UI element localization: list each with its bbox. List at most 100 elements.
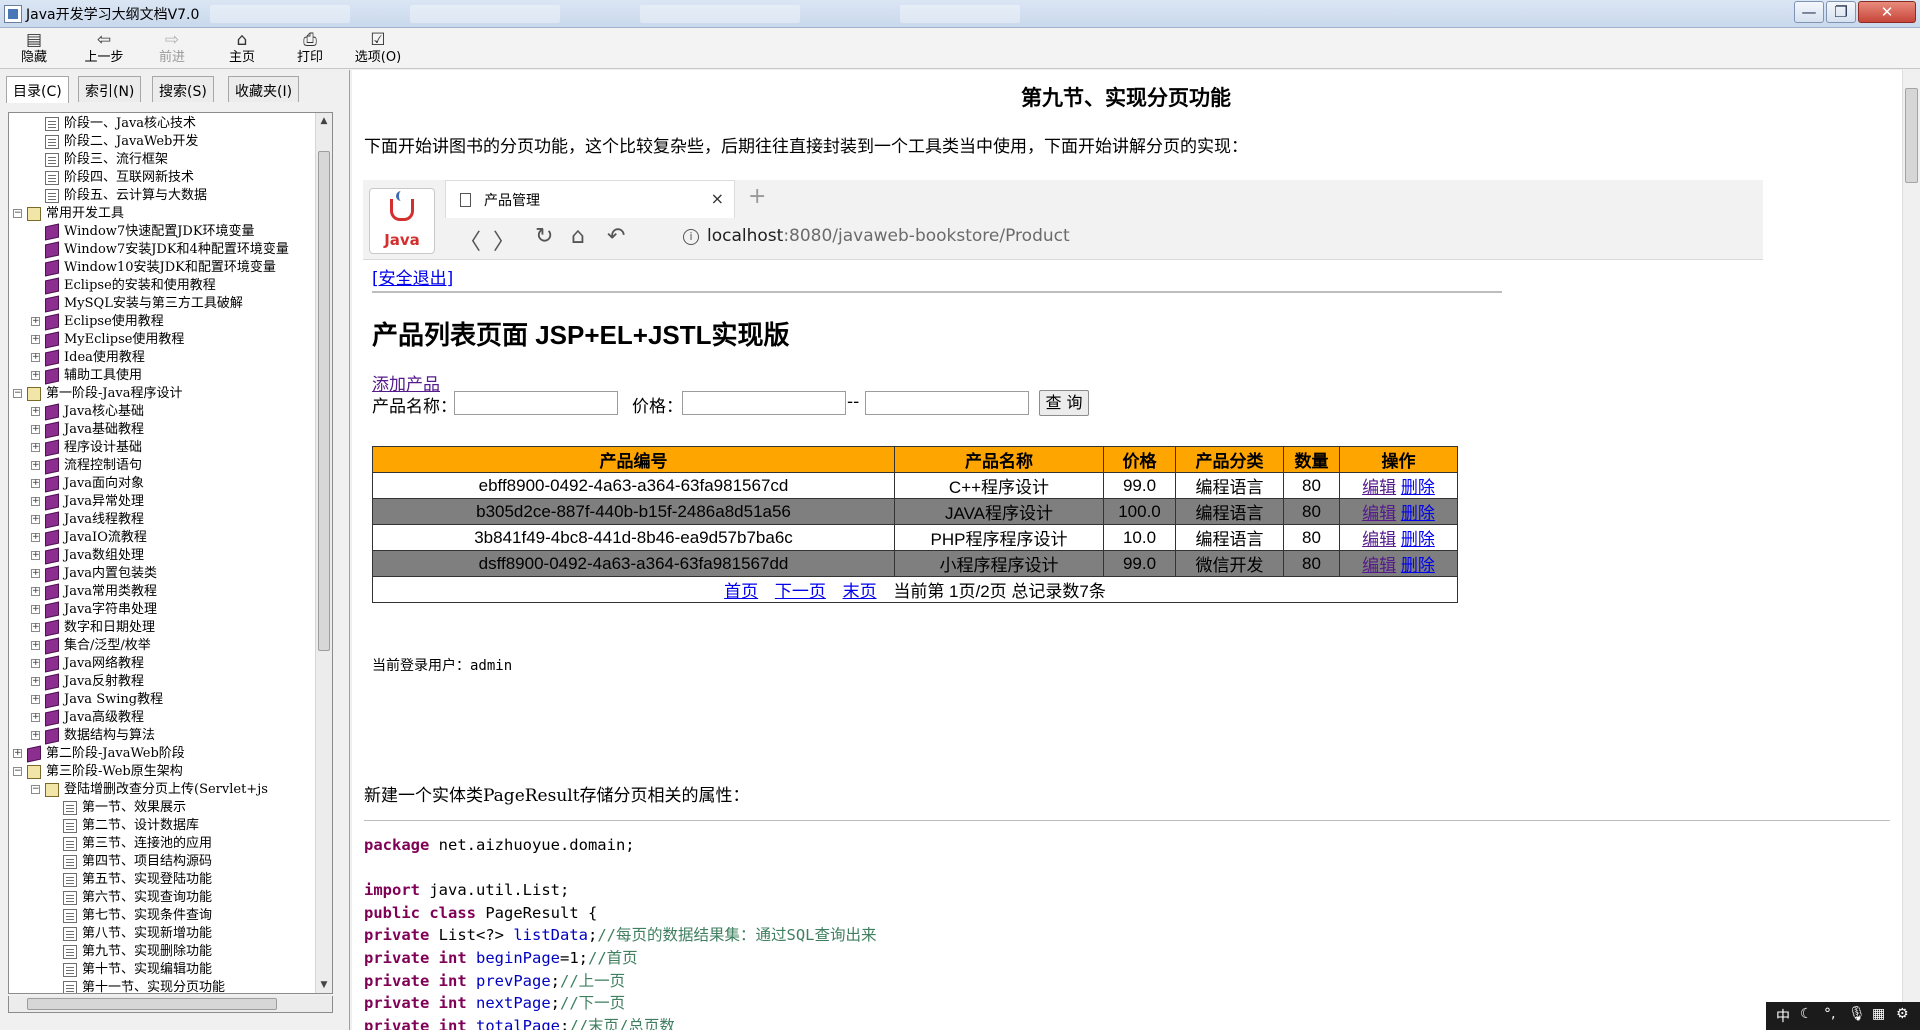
edit-link[interactable]: 编辑 xyxy=(1362,530,1396,549)
scroll-up-icon[interactable]: ▲ xyxy=(316,113,332,129)
home-icon[interactable]: ⌂ xyxy=(571,224,585,249)
next-page-link[interactable]: 下一页 xyxy=(775,582,826,601)
expand-icon[interactable]: + xyxy=(31,713,40,722)
expand-icon[interactable]: + xyxy=(31,641,40,650)
forward-icon[interactable]: 〉 xyxy=(493,224,515,256)
price-min-input[interactable] xyxy=(682,391,846,415)
first-page-link[interactable]: 首页 xyxy=(724,582,758,601)
tree-item[interactable]: 第二节、设计数据库 xyxy=(9,817,317,835)
last-page-link[interactable]: 末页 xyxy=(843,582,877,601)
maximize-button[interactable]: ❐ xyxy=(1826,1,1856,23)
tree-item[interactable]: Window10安装JDK和配置环境变量 xyxy=(9,259,317,277)
tree-item[interactable]: + JavaIO流教程 xyxy=(9,529,317,547)
tree-item[interactable]: 第一节、效果展示 xyxy=(9,799,317,817)
tree-item[interactable]: + Java基础教程 xyxy=(9,421,317,439)
tree-item[interactable]: − 常用开发工具 xyxy=(9,205,317,223)
content-scroll-thumb[interactable] xyxy=(1905,88,1918,183)
edit-link[interactable]: 编辑 xyxy=(1362,478,1396,497)
settings-icon[interactable]: ⚙ xyxy=(1896,1006,1909,1022)
logout-link[interactable]: [安全退出] xyxy=(372,264,453,289)
close-button[interactable]: ✕ xyxy=(1858,1,1916,23)
delete-link[interactable]: 删除 xyxy=(1401,556,1435,575)
address-bar[interactable]: i localhost:8080/javaweb-bookstore/Produ… xyxy=(683,223,1753,253)
collapse-icon[interactable]: − xyxy=(13,209,22,218)
moon-icon[interactable]: ☾ xyxy=(1800,1006,1813,1022)
tree-item[interactable]: + Java核心基础 xyxy=(9,403,317,421)
tree-item[interactable]: + Java线程教程 xyxy=(9,511,317,529)
home-button[interactable]: ⌂ 主页 xyxy=(210,30,274,68)
collapse-icon[interactable]: − xyxy=(13,767,22,776)
tree-item[interactable]: + 数字和日期处理 xyxy=(9,619,317,637)
tree-item[interactable]: + Idea使用教程 xyxy=(9,349,317,367)
expand-icon[interactable]: + xyxy=(31,605,40,614)
tree-item[interactable]: + MyEclipse使用教程 xyxy=(9,331,317,349)
forward-button[interactable]: ⇨ 前进 xyxy=(140,30,204,68)
hide-button[interactable]: ▤ 隐藏 xyxy=(2,30,66,68)
expand-icon[interactable]: + xyxy=(31,731,40,740)
tree-item[interactable]: + 辅助工具使用 xyxy=(9,367,317,385)
tree-item[interactable]: + Java异常处理 xyxy=(9,493,317,511)
punctuation-icon[interactable]: °, xyxy=(1824,1006,1835,1022)
expand-icon[interactable]: + xyxy=(31,443,40,452)
tree-item[interactable]: + 程序设计基础 xyxy=(9,439,317,457)
expand-icon[interactable]: + xyxy=(31,659,40,668)
tab-search[interactable]: 搜索(S) xyxy=(152,76,214,102)
reload-icon[interactable]: ↻ xyxy=(535,224,553,249)
minimize-button[interactable]: — xyxy=(1794,1,1824,23)
delete-link[interactable]: 删除 xyxy=(1401,504,1435,523)
tree-item[interactable]: Eclipse的安装和使用教程 xyxy=(9,277,317,295)
back-button[interactable]: ⇦ 上一步 xyxy=(72,30,136,68)
tree-item[interactable]: 第三节、连接池的应用 xyxy=(9,835,317,853)
edit-link[interactable]: 编辑 xyxy=(1362,556,1396,575)
tree-item[interactable]: 阶段四、互联网新技术 xyxy=(9,169,317,187)
tree-item[interactable]: 第四节、项目结构源码 xyxy=(9,853,317,871)
info-icon[interactable]: i xyxy=(683,229,699,245)
tree-item[interactable]: 第五节、实现登陆功能 xyxy=(9,871,317,889)
tree-item[interactable]: + Eclipse使用教程 xyxy=(9,313,317,331)
tree-scroll-thumb[interactable] xyxy=(318,151,330,651)
expand-icon[interactable]: + xyxy=(31,371,40,380)
collapse-icon[interactable]: − xyxy=(13,389,22,398)
tree-item[interactable]: MySQL安装与第三方工具破解 xyxy=(9,295,317,313)
microphone-icon[interactable]: 🎙 xyxy=(1848,1006,1866,1022)
undo-icon[interactable]: ↶ xyxy=(607,224,625,249)
back-icon[interactable]: 〈 xyxy=(459,224,481,256)
tree-item[interactable]: + Java内置包装类 xyxy=(9,565,317,583)
tree-item[interactable]: + Java数组处理 xyxy=(9,547,317,565)
expand-icon[interactable]: + xyxy=(31,569,40,578)
product-name-input[interactable] xyxy=(454,391,618,415)
expand-icon[interactable]: + xyxy=(31,425,40,434)
expand-icon[interactable]: + xyxy=(13,749,22,758)
tree-item[interactable]: 第十一节、实现分页功能 xyxy=(9,979,317,993)
tree-item[interactable]: 第九节、实现删除功能 xyxy=(9,943,317,961)
tree-item[interactable]: 第六节、实现查询功能 xyxy=(9,889,317,907)
delete-link[interactable]: 删除 xyxy=(1401,478,1435,497)
tree-item[interactable]: + 集合/泛型/枚举 xyxy=(9,637,317,655)
expand-icon[interactable]: + xyxy=(31,695,40,704)
tree-item[interactable]: + 数据结构与算法 xyxy=(9,727,317,745)
tree-item[interactable]: 第八节、实现新增功能 xyxy=(9,925,317,943)
tree-item[interactable]: + Java Swing教程 xyxy=(9,691,317,709)
query-button[interactable]: 查 询 xyxy=(1039,390,1089,416)
expand-icon[interactable]: + xyxy=(31,533,40,542)
expand-icon[interactable]: + xyxy=(31,677,40,686)
keyboard-icon[interactable]: ▦ xyxy=(1872,1006,1885,1022)
tree-item[interactable]: 第七节、实现条件查询 xyxy=(9,907,317,925)
tree-item[interactable]: + 第二阶段-JavaWeb阶段 xyxy=(9,745,317,763)
expand-icon[interactable]: + xyxy=(31,551,40,560)
tree-item[interactable]: + Java反射教程 xyxy=(9,673,317,691)
expand-icon[interactable]: + xyxy=(31,479,40,488)
tree-item[interactable]: + Java高级教程 xyxy=(9,709,317,727)
tree-item[interactable]: − 登陆增删改查分页上传(Servlet+js xyxy=(9,781,317,799)
tree-item[interactable]: − 第三阶段-Web原生架构 xyxy=(9,763,317,781)
expand-icon[interactable]: + xyxy=(31,587,40,596)
tree-item[interactable]: + Java字符串处理 xyxy=(9,601,317,619)
expand-icon[interactable]: + xyxy=(31,407,40,416)
tree-horizontal-scrollbar[interactable] xyxy=(8,996,333,1013)
expand-icon[interactable]: + xyxy=(31,353,40,362)
expand-icon[interactable]: + xyxy=(31,317,40,326)
print-button[interactable]: ⎙ 打印 xyxy=(278,30,342,68)
tree-item[interactable]: 阶段五、云计算与大数据 xyxy=(9,187,317,205)
tree-item[interactable]: + Java面向对象 xyxy=(9,475,317,493)
tree-item[interactable]: Window7安装JDK和4种配置环境变量 xyxy=(9,241,317,259)
